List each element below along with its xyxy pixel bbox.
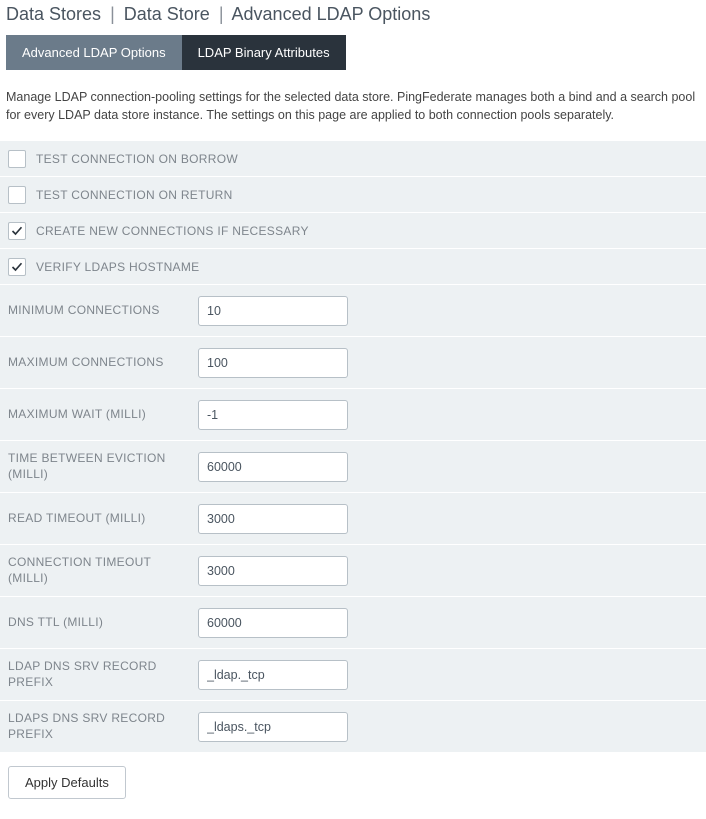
field-label: LDAP DNS SRV RECORD PREFIX <box>8 659 198 690</box>
input-maximum-wait[interactable] <box>198 400 348 430</box>
checkbox-label: TEST CONNECTION ON RETURN <box>36 188 233 202</box>
checkbox-test-on-borrow[interactable] <box>8 150 26 168</box>
breadcrumb-item[interactable]: Data Store <box>124 4 210 24</box>
form-rows: TEST CONNECTION ON BORROW TEST CONNECTIO… <box>0 140 706 752</box>
row-read-timeout: READ TIMEOUT (MILLI) <box>0 492 706 544</box>
input-minimum-connections[interactable] <box>198 296 348 326</box>
checkbox-verify-ldaps-hostname[interactable] <box>8 258 26 276</box>
checkbox-label: CREATE NEW CONNECTIONS IF NECESSARY <box>36 224 309 238</box>
row-connection-timeout: CONNECTION TIMEOUT (MILLI) <box>0 544 706 596</box>
row-ldaps-dns-srv-prefix: LDAPS DNS SRV RECORD PREFIX <box>0 700 706 752</box>
row-create-if-necessary: CREATE NEW CONNECTIONS IF NECESSARY <box>0 212 706 248</box>
apply-defaults-button[interactable]: Apply Defaults <box>8 766 126 799</box>
input-time-between-eviction[interactable] <box>198 452 348 482</box>
footer: Apply Defaults <box>0 752 706 799</box>
row-test-on-borrow: TEST CONNECTION ON BORROW <box>0 140 706 176</box>
checkbox-label: VERIFY LDAPS HOSTNAME <box>36 260 199 274</box>
field-label: LDAPS DNS SRV RECORD PREFIX <box>8 711 198 742</box>
field-label: MAXIMUM WAIT (MILLI) <box>8 407 198 423</box>
field-label: TIME BETWEEN EVICTION (MILLI) <box>8 451 198 482</box>
breadcrumb-item: Advanced LDAP Options <box>232 4 431 24</box>
breadcrumb: Data Stores | Data Store | Advanced LDAP… <box>0 0 706 35</box>
input-maximum-connections[interactable] <box>198 348 348 378</box>
breadcrumb-separator: | <box>110 4 115 24</box>
field-label: READ TIMEOUT (MILLI) <box>8 511 198 527</box>
page-description: Manage LDAP connection-pooling settings … <box>0 70 706 140</box>
row-verify-ldaps-hostname: VERIFY LDAPS HOSTNAME <box>0 248 706 284</box>
field-label: MAXIMUM CONNECTIONS <box>8 355 198 371</box>
field-label: DNS TTL (MILLI) <box>8 615 198 631</box>
checkbox-test-on-return[interactable] <box>8 186 26 204</box>
input-connection-timeout[interactable] <box>198 556 348 586</box>
checkbox-label: TEST CONNECTION ON BORROW <box>36 152 238 166</box>
row-maximum-wait: MAXIMUM WAIT (MILLI) <box>0 388 706 440</box>
input-ldap-dns-srv-prefix[interactable] <box>198 660 348 690</box>
breadcrumb-item[interactable]: Data Stores <box>6 4 101 24</box>
checkbox-create-if-necessary[interactable] <box>8 222 26 240</box>
input-ldaps-dns-srv-prefix[interactable] <box>198 712 348 742</box>
field-label: MINIMUM CONNECTIONS <box>8 303 198 319</box>
row-time-between-eviction: TIME BETWEEN EVICTION (MILLI) <box>0 440 706 492</box>
field-label: CONNECTION TIMEOUT (MILLI) <box>8 555 198 586</box>
tab-advanced-ldap-options[interactable]: Advanced LDAP Options <box>6 35 182 70</box>
row-test-on-return: TEST CONNECTION ON RETURN <box>0 176 706 212</box>
tab-ldap-binary-attributes[interactable]: LDAP Binary Attributes <box>182 35 346 70</box>
breadcrumb-separator: | <box>219 4 224 24</box>
input-read-timeout[interactable] <box>198 504 348 534</box>
row-ldap-dns-srv-prefix: LDAP DNS SRV RECORD PREFIX <box>0 648 706 700</box>
row-dns-ttl: DNS TTL (MILLI) <box>0 596 706 648</box>
row-minimum-connections: MINIMUM CONNECTIONS <box>0 284 706 336</box>
tabs: Advanced LDAP Options LDAP Binary Attrib… <box>6 35 706 70</box>
row-maximum-connections: MAXIMUM CONNECTIONS <box>0 336 706 388</box>
input-dns-ttl[interactable] <box>198 608 348 638</box>
